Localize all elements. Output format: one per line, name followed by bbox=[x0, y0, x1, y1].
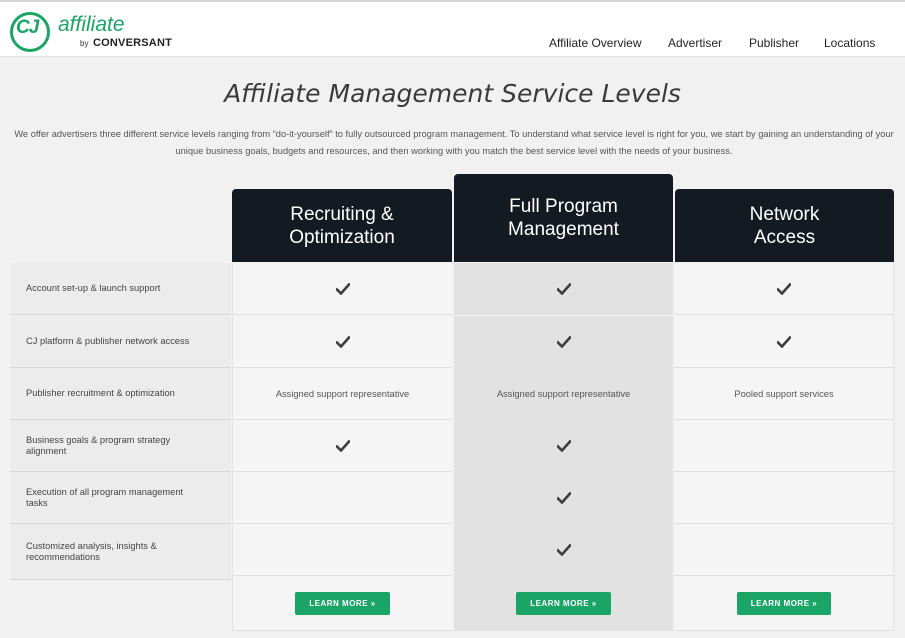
page-title: Affiliate Management Service Levels bbox=[224, 79, 681, 108]
checkmark-icon bbox=[557, 544, 571, 556]
table-cell bbox=[675, 316, 894, 368]
checkmark-icon bbox=[336, 336, 350, 348]
button-cell: LEARN MORE » bbox=[675, 576, 894, 631]
row-label: Account set-up & launch support bbox=[10, 263, 231, 315]
table-cell bbox=[675, 472, 894, 524]
logo-mark: CJ bbox=[16, 17, 39, 38]
table-cell bbox=[454, 263, 673, 315]
button-cell: LEARN MORE » bbox=[232, 576, 452, 631]
checkmark-icon bbox=[777, 283, 791, 295]
checkmark-icon bbox=[557, 440, 571, 452]
checkmark-icon bbox=[336, 283, 350, 295]
table-cell bbox=[454, 472, 673, 524]
table-cell bbox=[232, 316, 452, 368]
logo-name: affiliate bbox=[58, 13, 125, 36]
column-header-line: Network bbox=[749, 203, 820, 225]
table-cell bbox=[454, 524, 673, 576]
table-cell bbox=[675, 524, 894, 576]
row-label: Publisher recruitment & optimization bbox=[10, 368, 231, 420]
column-header-network-access: Network Access bbox=[675, 189, 894, 262]
nav-locations[interactable]: Locations bbox=[824, 36, 875, 50]
table-cell: Assigned support representative bbox=[232, 368, 452, 420]
checkmark-icon bbox=[557, 283, 571, 295]
row-label: Business goals & program strategy alignm… bbox=[10, 420, 231, 472]
table-cell: Assigned support representative bbox=[454, 368, 673, 420]
table-cell bbox=[675, 420, 894, 472]
checkmark-icon bbox=[336, 440, 350, 452]
logo-brand: CONVERSANT bbox=[93, 37, 173, 49]
button-cell: LEARN MORE » bbox=[454, 576, 673, 631]
table-cell bbox=[454, 316, 673, 368]
column-header-line: Full Program bbox=[509, 196, 618, 217]
row-label: CJ platform & publisher network access bbox=[10, 316, 231, 368]
learn-more-button[interactable]: LEARN MORE » bbox=[516, 591, 611, 615]
checkmark-icon bbox=[557, 492, 571, 504]
cell-text: Assigned support representative bbox=[275, 388, 410, 399]
logo-by: by bbox=[80, 39, 89, 48]
table-cell bbox=[232, 263, 452, 315]
site-header: CJ affiliate by CONVERSANT Affiliate Ove… bbox=[0, 0, 905, 57]
table-cell bbox=[454, 420, 673, 472]
row-label: Customized analysis, insights & recommen… bbox=[10, 524, 231, 580]
learn-more-button[interactable]: LEARN MORE » bbox=[295, 591, 390, 615]
nav-publisher[interactable]: Publisher bbox=[749, 36, 799, 50]
nav-advertiser[interactable]: Advertiser bbox=[668, 36, 722, 50]
cell-text: Assigned support representative bbox=[496, 388, 631, 399]
table-cell: Pooled support services bbox=[675, 368, 894, 420]
column-header-line: Optimization bbox=[289, 226, 395, 248]
column-header-line: Access bbox=[753, 226, 816, 248]
intro-text: We offer advertisers three different ser… bbox=[14, 129, 894, 156]
table-cell bbox=[232, 472, 452, 524]
checkmark-icon bbox=[557, 336, 571, 348]
column-header-line: Recruiting & bbox=[290, 203, 394, 225]
learn-more-button[interactable]: LEARN MORE » bbox=[736, 591, 832, 615]
checkmark-icon bbox=[777, 336, 791, 348]
row-label: Execution of all program management task… bbox=[10, 472, 231, 524]
column-header-recruiting-optimization: Recruiting & Optimization bbox=[232, 189, 452, 262]
column-header-full-program-management: Full Program Management bbox=[454, 174, 673, 262]
table-cell bbox=[675, 263, 894, 315]
table-cell bbox=[232, 524, 452, 576]
cj-affiliate-logo[interactable]: CJ affiliate by CONVERSANT bbox=[10, 10, 190, 54]
cell-text: Pooled support services bbox=[734, 388, 834, 399]
nav-affiliate-overview[interactable]: Affiliate Overview bbox=[549, 36, 641, 50]
table-cell bbox=[232, 420, 452, 472]
column-header-line: Management bbox=[508, 219, 619, 240]
